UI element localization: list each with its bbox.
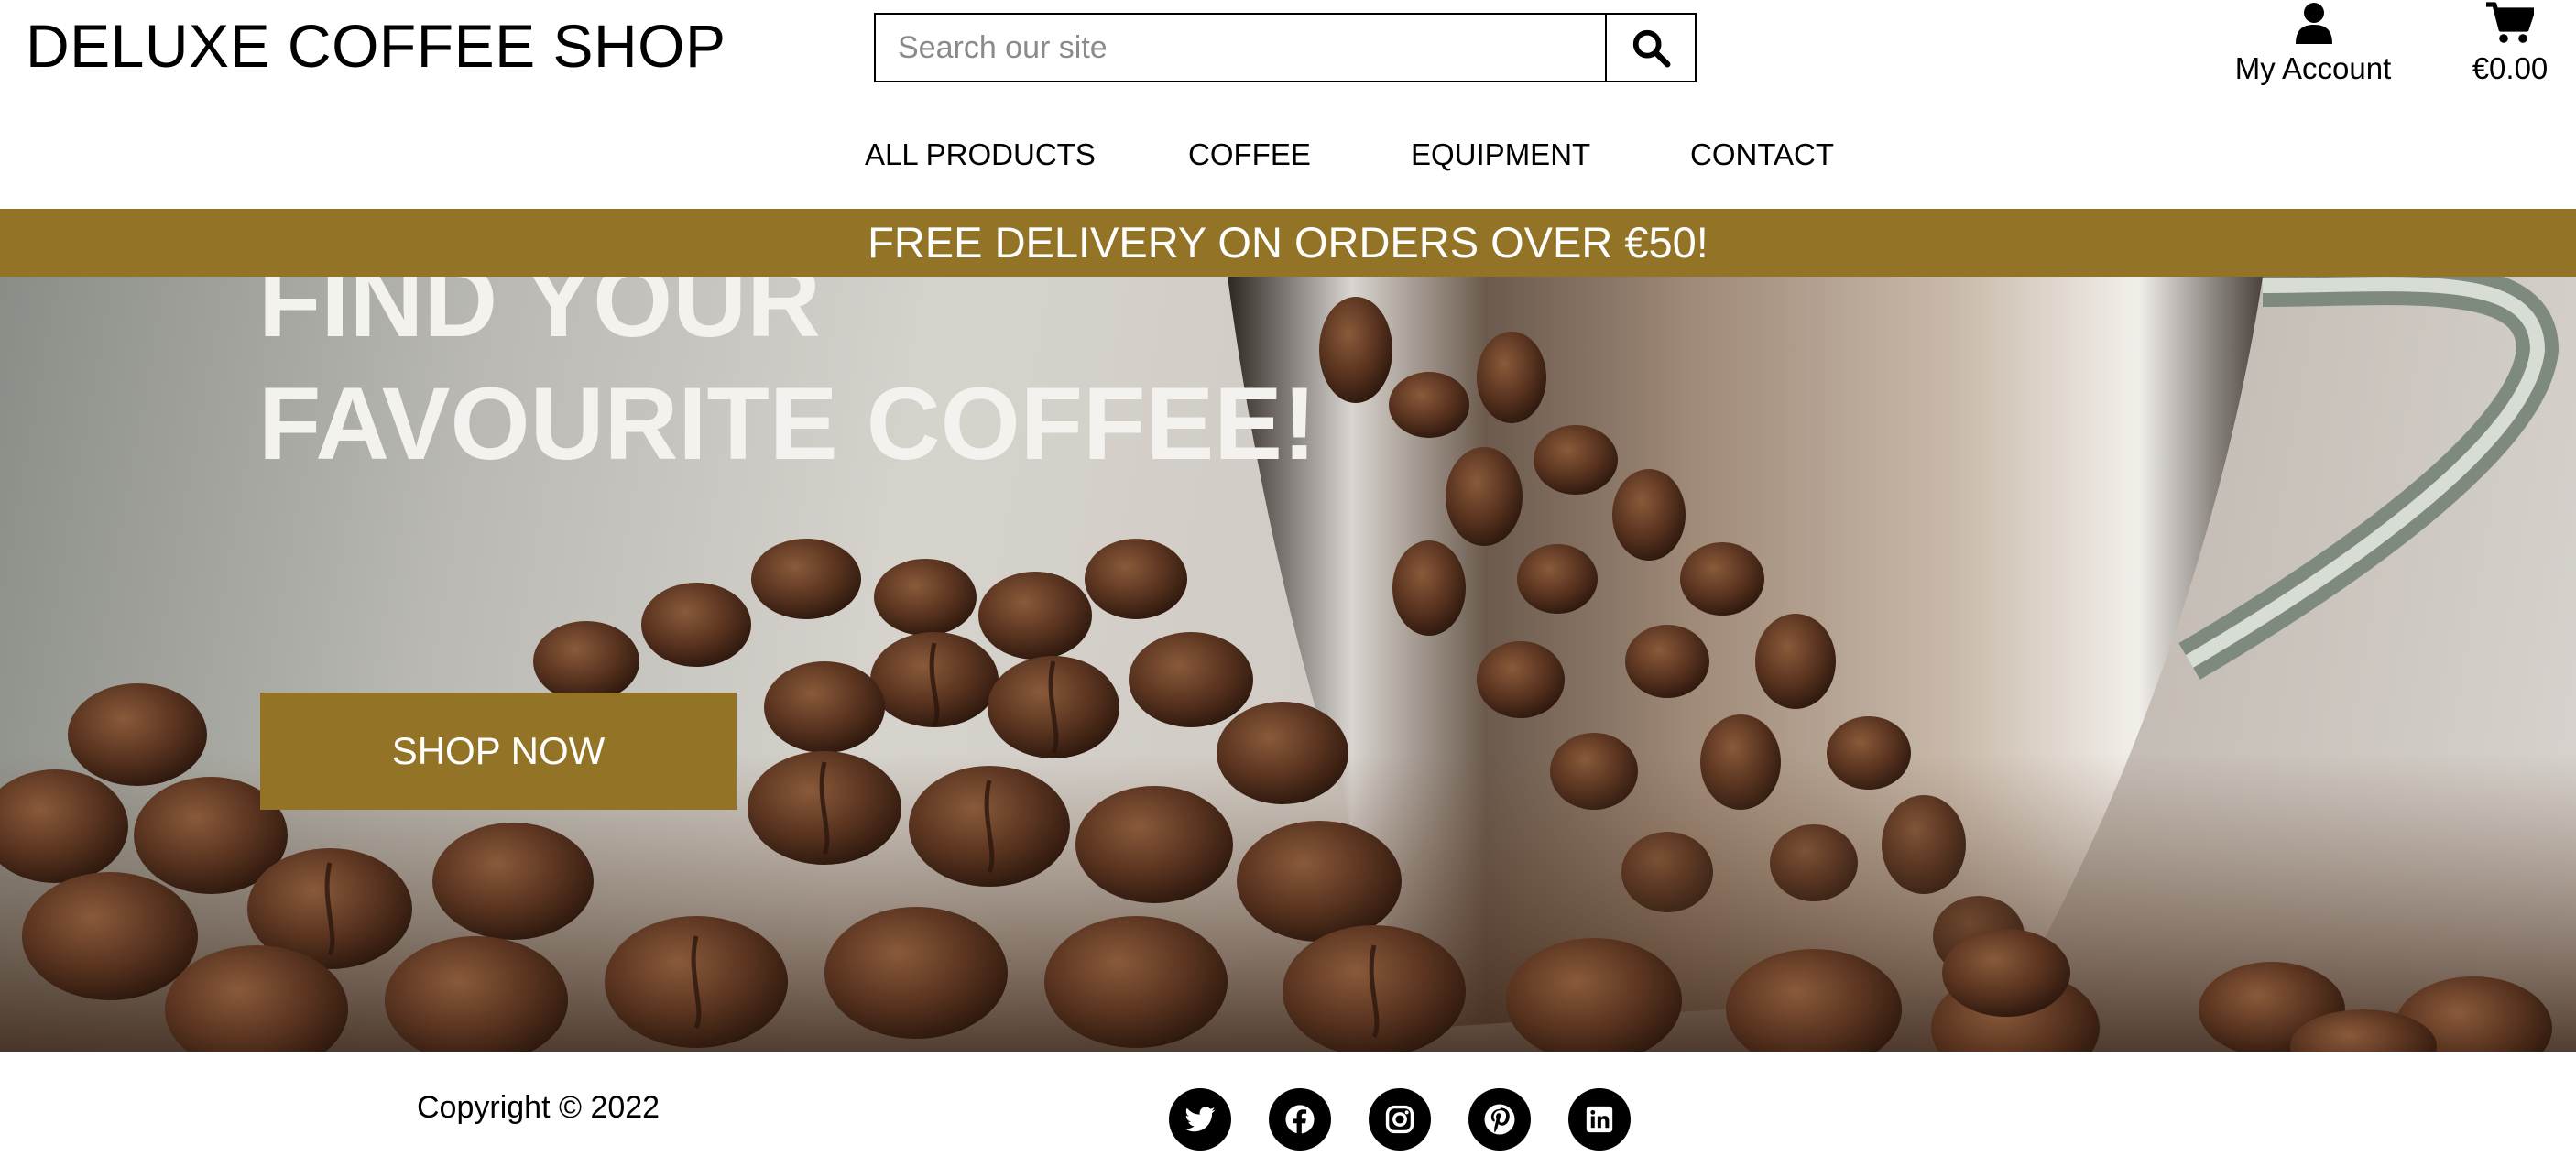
nav-item-equipment[interactable]: EQUIPMENT — [1411, 137, 1590, 172]
instagram-icon — [1385, 1105, 1414, 1134]
my-account-link[interactable]: My Account — [2226, 0, 2400, 92]
site-logo[interactable]: DELUXE COFFEE SHOP — [26, 11, 726, 81]
instagram-link[interactable] — [1369, 1088, 1431, 1151]
site-footer: Copyright © 2022 — [0, 1052, 2576, 1167]
search-icon — [1632, 29, 1671, 68]
pinterest-icon — [1484, 1104, 1515, 1135]
linkedin-link[interactable] — [1568, 1088, 1631, 1151]
copyright-text: Copyright © 2022 — [417, 1090, 660, 1125]
nav-item-contact[interactable]: CONTACT — [1690, 137, 1834, 172]
facebook-icon — [1285, 1105, 1315, 1135]
hero-title-line-1: FIND YOUR — [258, 277, 821, 358]
linkedin-icon — [1586, 1106, 1613, 1133]
facebook-link[interactable] — [1269, 1088, 1331, 1151]
search-button[interactable] — [1605, 15, 1695, 81]
twitter-icon — [1184, 1107, 1216, 1132]
hero-section: FIND YOUR FAVOURITE COFFEE! SHOP NOW — [0, 277, 2576, 1052]
hero-title-line-2: FAVOURITE COFFEE! — [258, 366, 1317, 481]
shopping-cart-icon — [2486, 2, 2534, 43]
main-nav: ALL PRODUCTS COFFEE EQUIPMENT CONTACT — [0, 137, 2576, 178]
free-delivery-banner: FREE DELIVERY ON ORDERS OVER €50! — [0, 209, 2576, 277]
search-form — [874, 13, 1697, 82]
nav-item-coffee[interactable]: COFFEE — [1188, 137, 1311, 172]
hero-title: FIND YOUR FAVOURITE COFFEE! — [258, 277, 1316, 485]
my-account-label: My Account — [2234, 51, 2392, 85]
nav-item-all-products[interactable]: ALL PRODUCTS — [865, 137, 1096, 172]
cart-total: €0.00 — [2472, 51, 2549, 85]
pinterest-link[interactable] — [1468, 1088, 1531, 1151]
twitter-link[interactable] — [1169, 1088, 1231, 1151]
user-icon — [2296, 3, 2332, 44]
shop-now-button[interactable]: SHOP NOW — [260, 693, 737, 810]
search-input[interactable] — [876, 15, 1605, 81]
cart-link[interactable]: €0.00 — [2455, 0, 2565, 92]
site-header: DELUXE COFFEE SHOP My Account €0.00 ALL … — [0, 0, 2576, 209]
